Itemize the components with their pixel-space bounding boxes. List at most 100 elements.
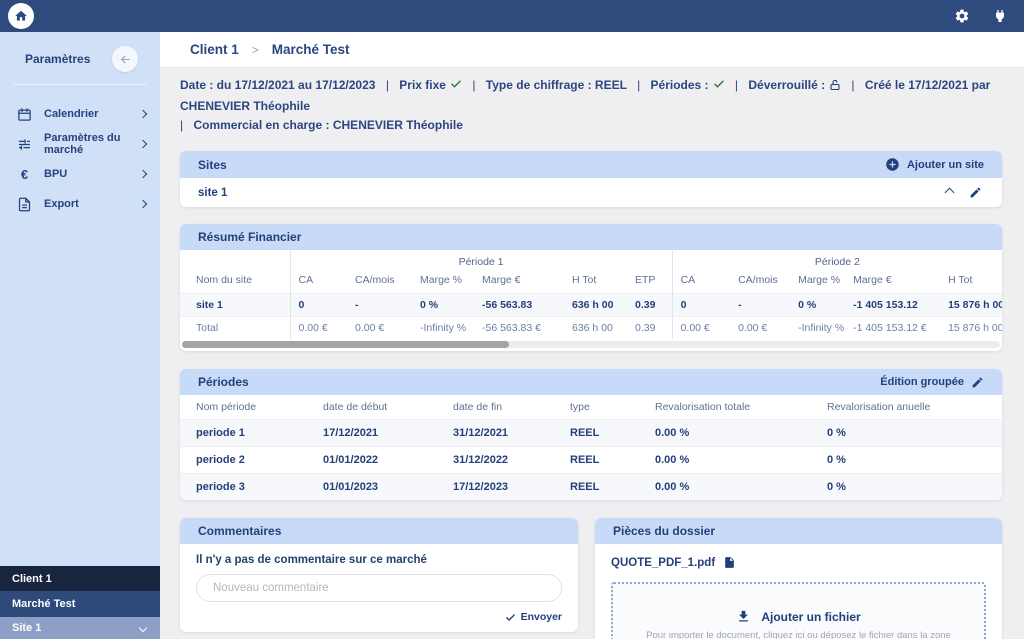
new-comment-input[interactable] (196, 574, 562, 602)
sidebar: Paramètres Calendrier Paramètres du marc… (0, 32, 160, 639)
edit-icon[interactable] (969, 186, 982, 199)
column-header: CA/mois (730, 271, 790, 294)
comments-empty-text: Il n'y a pas de commentaire sur ce march… (196, 554, 562, 566)
sidebar-item-bpu[interactable]: € BPU (0, 159, 160, 189)
column-header: date de fin (445, 395, 562, 420)
column-header: Revalorisation totale (647, 395, 819, 420)
file-dropzone[interactable]: Ajouter un fichier Pour importer le docu… (611, 582, 986, 639)
home-button[interactable] (8, 3, 34, 29)
sidebar-footer-client[interactable]: Client 1 (0, 566, 160, 591)
sites-panel-header: Sites Ajouter un site (180, 151, 1002, 178)
euro-icon: € (17, 167, 32, 182)
sidebar-header: Paramètres (0, 32, 160, 84)
sidebar-title: Paramètres (25, 52, 90, 66)
sites-panel: Sites Ajouter un site site 1 (180, 151, 1002, 207)
client-label: Client 1 (12, 573, 52, 585)
period2-group-header: Période 2 (672, 250, 1002, 271)
sidebar-footer: Client 1 Marché Test Site 1 (0, 566, 160, 639)
site-name: site 1 (198, 187, 227, 199)
periods-panel: Périodes Édition groupée Nom période dat… (180, 369, 1002, 500)
financial-summary-table: Période 1 Période 2 Nom du site CA CA/mo… (180, 250, 1002, 339)
financial-summary-header: Résumé Financier (180, 224, 1002, 250)
column-header: Revalorisation anuelle (819, 395, 1002, 420)
calendar-icon (17, 107, 32, 122)
chevron-up-icon[interactable] (945, 188, 955, 198)
upload-hint: Pour importer le document, cliquez ici o… (646, 630, 951, 639)
check-icon (505, 612, 516, 623)
top-bar (0, 0, 1024, 32)
deverrouille-label: Déverrouillé : (748, 78, 825, 92)
periods-title: Périodes (198, 375, 249, 389)
column-header: CA/mois (347, 271, 412, 294)
send-comment-button[interactable]: Envoyer (196, 611, 562, 623)
breadcrumb: Client 1 > Marché Test (160, 32, 1024, 68)
breadcrumb-client[interactable]: Client 1 (190, 42, 239, 57)
prix-fixe-label: Prix fixe (399, 78, 446, 92)
document-icon (17, 197, 32, 212)
column-header: H Tot (940, 271, 1002, 294)
column-header: Marge % (412, 271, 474, 294)
chevron-right-icon (139, 170, 147, 178)
download-icon (736, 609, 751, 624)
scrollbar-thumb[interactable] (182, 341, 509, 348)
home-icon (14, 9, 28, 23)
sidebar-item-label: BPU (44, 168, 140, 180)
sidebar-item-export[interactable]: Export (0, 189, 160, 219)
chevron-right-icon (139, 140, 147, 148)
arrow-left-icon (119, 53, 132, 66)
sidebar-item-label: Calendrier (44, 108, 140, 120)
sidebar-item-label: Export (44, 198, 140, 210)
tune-icon (17, 137, 32, 152)
upload-label: Ajouter un fichier (761, 610, 860, 624)
type-chiffrage-label: Type de chiffrage : REEL (486, 78, 627, 92)
documents-panel-header: Pièces du dossier (595, 518, 1002, 544)
comments-panel: Commentaires Il n'y a pas de commentaire… (180, 518, 578, 632)
document-file-item[interactable]: QUOTE_PDF_1.pdf (611, 556, 986, 569)
period1-group-header: Période 1 (290, 250, 672, 271)
gear-icon[interactable] (954, 8, 970, 24)
column-header: ETP (627, 271, 672, 294)
group-edit-button[interactable]: Édition groupée (880, 376, 984, 389)
breadcrumb-separator: > (252, 43, 259, 57)
sidebar-item-label: Paramètres du marché (44, 132, 140, 156)
column-header: date de début (315, 395, 445, 420)
column-header: H Tot (564, 271, 627, 294)
sidebar-item-calendrier[interactable]: Calendrier (0, 99, 160, 129)
plus-circle-icon (885, 157, 900, 172)
collapse-sidebar-button[interactable] (112, 46, 138, 72)
content: Date : du 17/12/2021 au 17/12/2023 | Pri… (160, 68, 1024, 639)
column-header: type (562, 395, 647, 420)
site-row[interactable]: site 1 (180, 178, 1002, 207)
table-row[interactable]: periode 3 01/01/2023 17/12/2023 REEL 0.0… (180, 474, 1002, 501)
documents-title: Pièces du dossier (613, 524, 715, 538)
sidebar-footer-site[interactable]: Site 1 (0, 617, 160, 639)
sidebar-divider (14, 84, 146, 85)
table-row[interactable]: periode 2 01/01/2022 31/12/2022 REEL 0.0… (180, 447, 1002, 474)
sites-title: Sites (198, 158, 227, 172)
market-info-line1: Date : du 17/12/2021 au 17/12/2023 | Pri… (180, 76, 1002, 116)
column-header: CA (290, 271, 347, 294)
site-label: Site 1 (12, 622, 41, 634)
commercial-label: Commercial en charge : CHENEVIER Théophi… (193, 118, 462, 132)
horizontal-scrollbar[interactable] (182, 341, 1000, 348)
sidebar-item-parametres-du-marche[interactable]: Paramètres du marché (0, 129, 160, 159)
plug-icon[interactable] (992, 8, 1008, 24)
column-header: CA (672, 271, 730, 294)
chevron-down-icon (139, 624, 147, 632)
lock-open-icon[interactable] (829, 78, 841, 97)
sidebar-footer-market[interactable]: Marché Test (0, 591, 160, 617)
periods-panel-header: Périodes Édition groupée (180, 369, 1002, 395)
market-label: Marché Test (12, 598, 75, 610)
column-header: Nom du site (180, 271, 290, 294)
check-icon (450, 77, 462, 96)
periodes-label: Périodes : (651, 78, 709, 92)
check-icon (713, 77, 725, 96)
add-site-button[interactable]: Ajouter un site (885, 157, 984, 172)
column-header: Marge € (474, 271, 564, 294)
comments-title: Commentaires (198, 524, 281, 538)
documents-panel: Pièces du dossier QUOTE_PDF_1.pdf Ajoute… (595, 518, 1002, 639)
chevron-right-icon (139, 110, 147, 118)
column-header: Marge % (790, 271, 845, 294)
main-area: Client 1 > Marché Test Date : du 17/12/2… (160, 32, 1024, 639)
table-row[interactable]: periode 1 17/12/2021 31/12/2021 REEL 0.0… (180, 420, 1002, 447)
